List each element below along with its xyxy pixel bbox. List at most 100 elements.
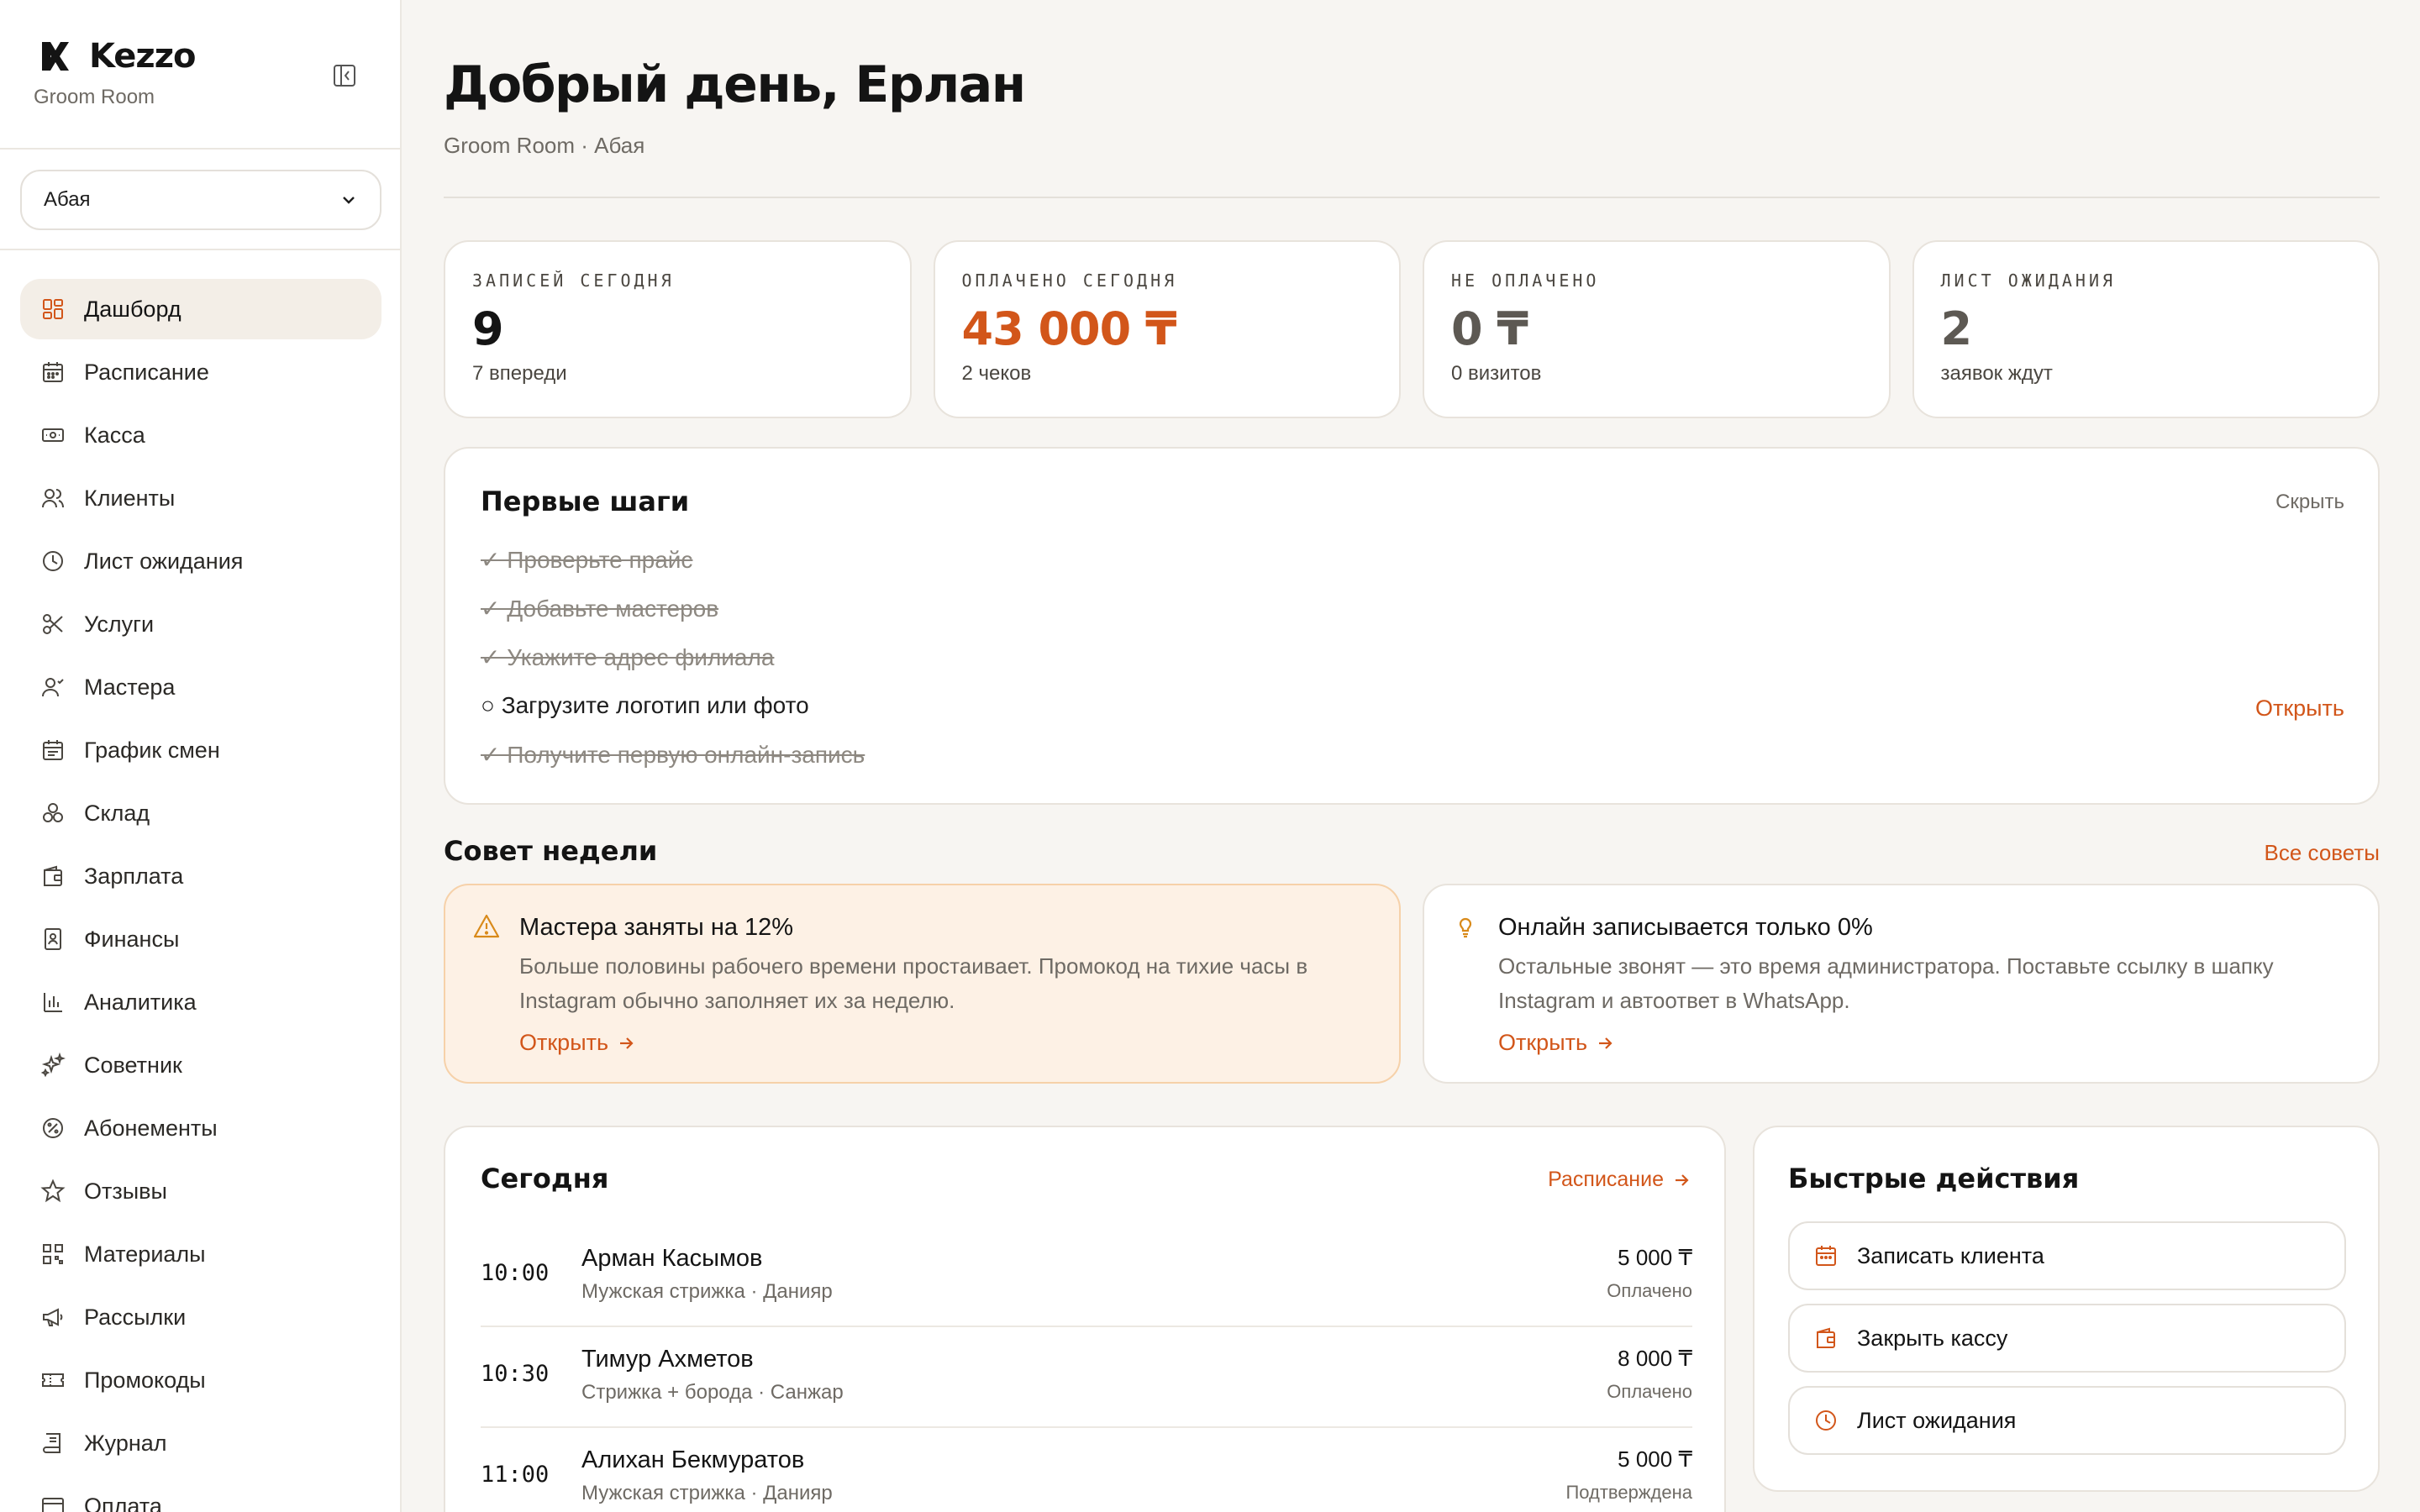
finance-icon xyxy=(40,927,66,952)
brand-name: Kezzo xyxy=(89,37,196,76)
sidebar-item-dashboard[interactable]: Дашборд xyxy=(20,279,381,339)
all-tips-link[interactable]: Все советы xyxy=(2265,840,2381,866)
sidebar-item-label: Журнал xyxy=(84,1430,167,1456)
open-step-button[interactable]: Открыть xyxy=(2255,696,2344,722)
sidebar-item-clients[interactable]: Клиенты xyxy=(20,468,381,528)
subscription-icon xyxy=(40,1116,66,1141)
stat-card-waitlist[interactable]: ЛИСТ ОЖИДАНИЯ 2 заявок ждут xyxy=(1912,240,2380,418)
appointment-status: Подтверждена xyxy=(1565,1482,1692,1503)
schedule-icon xyxy=(40,738,66,763)
collapse-sidebar-button[interactable] xyxy=(329,60,360,91)
sidebar-item-services[interactable]: Услуги xyxy=(20,594,381,654)
waitlist-button[interactable]: Лист ожидания xyxy=(1788,1386,2346,1455)
book-client-button[interactable]: Записать клиента xyxy=(1788,1221,2346,1290)
stat-note: 2 чеков xyxy=(961,362,1032,386)
today-title: Сегодня xyxy=(481,1163,609,1194)
sidebar-item-schedule[interactable]: Расписание xyxy=(20,342,381,402)
stat-note: заявок ждут xyxy=(1940,362,2053,386)
tip-card: Онлайн записывается только 0% Остальные … xyxy=(1423,884,2380,1084)
step-item: ✓ Получите первую онлайн-запись xyxy=(481,742,865,768)
quick-action-label: Лист ожидания xyxy=(1857,1407,2017,1433)
sidebar-item-promocodes[interactable]: Промокоды xyxy=(20,1350,381,1410)
sidebar: Kezzo Groom Room Абая Дашборд Расписание… xyxy=(0,0,402,1512)
appointment-row[interactable]: 10:00 Арман Касымов Мужская стрижка · Да… xyxy=(481,1226,1692,1327)
stat-label: НЕ ОПЛАЧЕНО xyxy=(1451,270,1600,291)
arrow-right-icon xyxy=(620,1037,634,1049)
sidebar-item-shifts[interactable]: График смен xyxy=(20,720,381,780)
appointment-client: Тимур Ахметов xyxy=(581,1346,754,1373)
tip-open-link[interactable]: Открыть xyxy=(519,1030,635,1056)
star-icon xyxy=(40,1179,66,1204)
sidebar-item-analytics[interactable]: Аналитика xyxy=(20,972,381,1032)
step-item: ✓ Укажите адрес филиала xyxy=(481,644,775,670)
appointment-price: 5 000 ₸ xyxy=(1618,1446,1692,1472)
sidebar-item-label: Рассылки xyxy=(84,1304,187,1330)
warning-icon xyxy=(473,914,500,938)
stat-value: 9 xyxy=(472,302,504,355)
sidebar-item-waitlist[interactable]: Лист ожидания xyxy=(20,531,381,591)
stat-label: ЛИСТ ОЖИДАНИЯ xyxy=(1940,270,2117,291)
stats-row: ЗАПИСЕЙ СЕГОДНЯ 9 7 впереди ОПЛАЧЕНО СЕГ… xyxy=(444,240,2380,418)
ticket-icon xyxy=(40,1368,66,1393)
dashboard-icon xyxy=(40,297,66,322)
appointment-row[interactable]: 11:00 Алихан Бекмуратов Мужская стрижка … xyxy=(481,1428,1692,1512)
sidebar-item-journal[interactable]: Журнал xyxy=(20,1413,381,1473)
stat-card-paid[interactable]: ОПЛАЧЕНО СЕГОДНЯ 43 000 ₸ 2 чеков xyxy=(933,240,1401,418)
appointment-status: Оплачено xyxy=(1607,1280,1692,1301)
chart-icon xyxy=(40,990,66,1015)
calendar-icon xyxy=(40,360,66,385)
stat-card-unpaid[interactable]: НЕ ОПЛАЧЕНО 0 ₸ 0 визитов xyxy=(1423,240,1891,418)
stat-label: ОПЛАЧЕНО СЕГОДНЯ xyxy=(961,270,1178,291)
stat-value: 43 000 ₸ xyxy=(961,302,1177,355)
appointment-row[interactable]: 10:30 Тимур Ахметов Стрижка + борода · С… xyxy=(481,1327,1692,1428)
page-title: Добрый день, Ерлан xyxy=(444,55,1026,114)
users-icon xyxy=(40,486,66,511)
stat-note: 0 визитов xyxy=(1451,362,1542,386)
step-item: ✓ Проверьте прайс xyxy=(481,547,693,573)
sidebar-item-label: Зарплата xyxy=(84,863,184,889)
sidebar-divider xyxy=(0,249,402,250)
sidebar-item-mailings[interactable]: Рассылки xyxy=(20,1287,381,1347)
stat-label: ЗАПИСЕЙ СЕГОДНЯ xyxy=(472,270,675,291)
sidebar-item-reviews[interactable]: Отзывы xyxy=(20,1161,381,1221)
first-steps-card: Первые шаги Скрыть ✓ Проверьте прайс ✓ Д… xyxy=(444,447,2380,805)
tip-card: Мастера заняты на 12% Больше половины ра… xyxy=(444,884,1401,1084)
qr-icon xyxy=(40,1242,66,1267)
sparkles-icon xyxy=(40,1053,66,1078)
sidebar-item-finance[interactable]: Финансы xyxy=(20,909,381,969)
wallet-icon xyxy=(40,864,66,889)
sidebar-item-label: Услуги xyxy=(84,611,155,637)
brand: Kezzo Groom Room xyxy=(34,37,196,109)
sidebar-item-advisor[interactable]: Советник xyxy=(20,1035,381,1095)
tip-body: Остальные звонят — это время администрат… xyxy=(1498,953,2274,1013)
appointment-price: 8 000 ₸ xyxy=(1618,1346,1692,1371)
branch-select-value: Абая xyxy=(44,188,91,211)
tip-open-label: Открыть xyxy=(519,1030,609,1055)
sidebar-item-label: Расписание xyxy=(84,359,209,385)
sidebar-item-salary[interactable]: Зарплата xyxy=(20,846,381,906)
arrow-right-icon xyxy=(1599,1037,1612,1049)
sidebar-item-materials[interactable]: Материалы xyxy=(20,1224,381,1284)
close-register-button[interactable]: Закрыть кассу xyxy=(1788,1304,2346,1373)
hide-steps-button[interactable]: Скрыть xyxy=(2275,491,2344,514)
sidebar-item-subscriptions[interactable]: Абонементы xyxy=(20,1098,381,1158)
stat-card-bookings[interactable]: ЗАПИСЕЙ СЕГОДНЯ 9 7 впереди xyxy=(444,240,912,418)
chevron-down-icon xyxy=(343,197,355,204)
step-item: ○ Загрузите логотип или фото xyxy=(481,692,809,718)
brand-subtitle: Groom Room xyxy=(34,86,155,108)
sidebar-item-cash[interactable]: Касса xyxy=(20,405,381,465)
sidebar-item-stock[interactable]: Склад xyxy=(20,783,381,843)
sidebar-item-masters[interactable]: Мастера xyxy=(20,657,381,717)
stat-note: 7 впереди xyxy=(472,362,567,386)
wallet-icon xyxy=(1817,1327,1835,1348)
boxes-icon xyxy=(40,801,66,826)
clock-icon xyxy=(1816,1410,1836,1431)
appointment-time: 11:00 xyxy=(481,1462,550,1488)
arrow-right-icon xyxy=(1676,1173,1689,1186)
tip-open-link[interactable]: Открыть xyxy=(1498,1030,1614,1056)
schedule-link[interactable]: Расписание xyxy=(1548,1168,1691,1192)
journal-icon xyxy=(40,1431,66,1456)
sidebar-item-payment[interactable]: Оплата xyxy=(20,1476,381,1512)
branch-select[interactable]: Абая xyxy=(20,170,381,230)
schedule-link-label: Расписание xyxy=(1548,1168,1664,1191)
